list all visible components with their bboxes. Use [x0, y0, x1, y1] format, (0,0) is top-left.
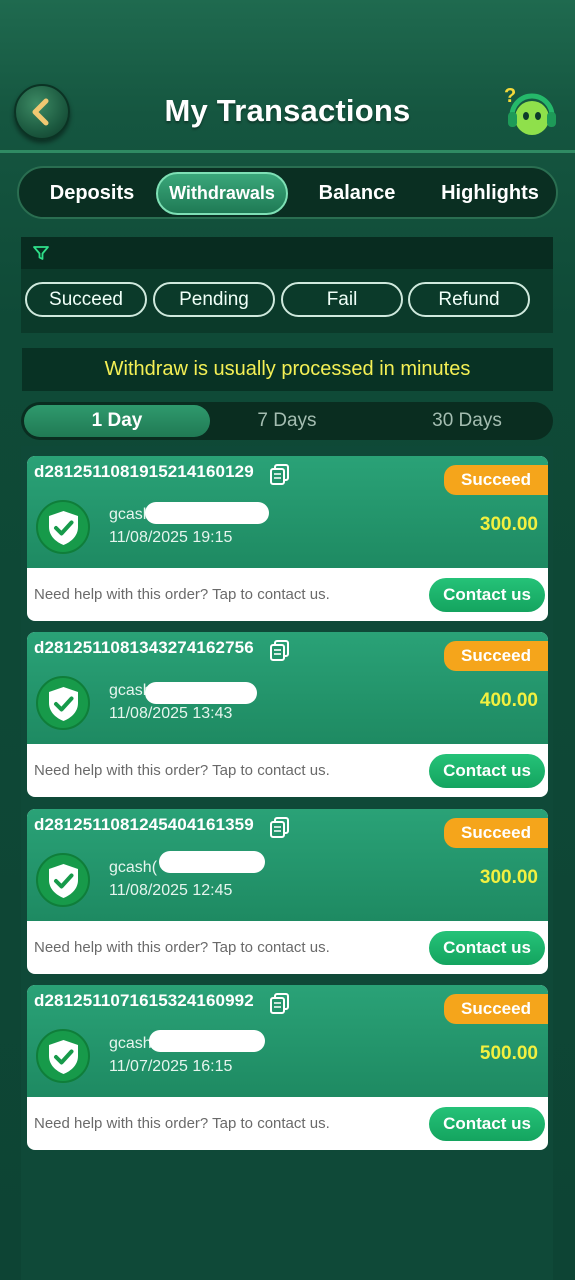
help-text: Need help with this order? Tap to contac… [34, 939, 330, 956]
filter-chip-refund[interactable]: Refund [408, 282, 530, 317]
redaction-mark [145, 682, 257, 704]
copy-icon[interactable] [269, 639, 291, 661]
copy-icon[interactable] [269, 463, 291, 485]
transaction-summary: d2812511071615324160992 Succeed gcash 11… [27, 985, 548, 1097]
tab-deposits[interactable]: Deposits [33, 172, 151, 215]
transaction-card: d2812511071615324160992 Succeed gcash 11… [27, 985, 548, 1150]
transaction-card: d28125110819152141601​29 Succeed gcash 1… [27, 456, 548, 621]
help-text: Need help with this order? Tap to contac… [34, 1115, 330, 1132]
period-30-days[interactable]: 30 Days [391, 402, 543, 440]
header: My Transactions ? [0, 0, 575, 153]
page-title: My Transactions [164, 93, 411, 128]
transaction-datetime: 11/08/2025 19:15 [109, 529, 233, 546]
period-7-days[interactable]: 7 Days [211, 402, 363, 440]
contact-us-button[interactable]: Contact us [429, 754, 545, 788]
transaction-amount: 400.00 [479, 690, 538, 711]
contact-us-button[interactable]: Contact us [429, 1107, 545, 1141]
shield-check-icon [49, 1040, 78, 1074]
success-shield [36, 676, 90, 730]
transaction-summary: d28125110819152141601​29 Succeed gcash 1… [27, 456, 548, 568]
help-text: Need help with this order? Tap to contac… [34, 762, 330, 779]
status-badge: Succeed [444, 994, 548, 1024]
status-badge: Succeed [444, 465, 548, 495]
filter-icon[interactable] [32, 244, 50, 262]
success-shield [36, 853, 90, 907]
tab-balance[interactable]: Balance [297, 172, 417, 215]
header-divider [0, 150, 575, 153]
transaction-summary: d2812511081245404161359 Succeed gcash( 1… [27, 809, 548, 921]
filter-chip-succeed[interactable]: Succeed [25, 282, 147, 317]
support-agent-icon: ? [504, 85, 556, 135]
tab-withdrawals[interactable]: Withdrawals [156, 172, 288, 215]
order-id: d2812511081343274162756 [34, 638, 254, 657]
support-button[interactable]: ? [500, 80, 564, 144]
redaction-mark [145, 502, 269, 524]
help-text: Need help with this order? Tap to contac… [34, 586, 330, 603]
shield-check-icon [49, 511, 78, 545]
shield-check-icon [49, 864, 78, 898]
status-badge: Succeed [444, 818, 548, 848]
order-id: d28125110819152141601​29 [34, 462, 254, 481]
tab-highlights[interactable]: Highlights [427, 172, 553, 215]
transaction-card: d2812511081245404161359 Succeed gcash( 1… [27, 809, 548, 974]
status-badge: Succeed [444, 641, 548, 671]
shield-check-icon [49, 687, 78, 721]
order-id: d2812511071615324160992 [34, 991, 254, 1010]
transaction-amount: 300.00 [479, 514, 538, 535]
transaction-card: d2812511081343274162756 Succeed gcash 11… [27, 632, 548, 797]
transaction-summary: d2812511081343274162756 Succeed gcash 11… [27, 632, 548, 744]
success-shield [36, 1029, 90, 1083]
success-shield [36, 500, 90, 554]
transaction-amount: 300.00 [479, 867, 538, 888]
copy-icon[interactable] [269, 992, 291, 1014]
redaction-mark [149, 1030, 265, 1052]
period-selector: 1 Day 7 Days 30 Days [21, 402, 553, 440]
transaction-datetime: 11/08/2025 13:43 [109, 705, 233, 722]
processing-notice: Withdraw is usually processed in minutes [22, 348, 553, 391]
filter-chip-pending[interactable]: Pending [153, 282, 275, 317]
transaction-datetime: 11/08/2025 12:45 [109, 882, 233, 899]
filter-chip-fail[interactable]: Fail [281, 282, 403, 317]
account-name: gcash [109, 1035, 152, 1052]
filter-panel: Succeed Pending Fail Refund [21, 237, 553, 333]
account-name: gcash( [109, 859, 158, 876]
contact-us-button[interactable]: Contact us [429, 578, 545, 612]
transaction-amount: 500.00 [479, 1043, 538, 1064]
transaction-type-tabs: Deposits Withdrawals Balance Highlights [17, 166, 558, 219]
contact-us-button[interactable]: Contact us [429, 931, 545, 965]
filter-header [21, 237, 553, 269]
order-id: d2812511081245404161359 [34, 815, 254, 834]
period-1-day[interactable]: 1 Day [24, 405, 210, 437]
copy-icon[interactable] [269, 816, 291, 838]
redaction-mark [159, 851, 265, 873]
transaction-datetime: 11/07/2025 16:15 [109, 1058, 233, 1075]
